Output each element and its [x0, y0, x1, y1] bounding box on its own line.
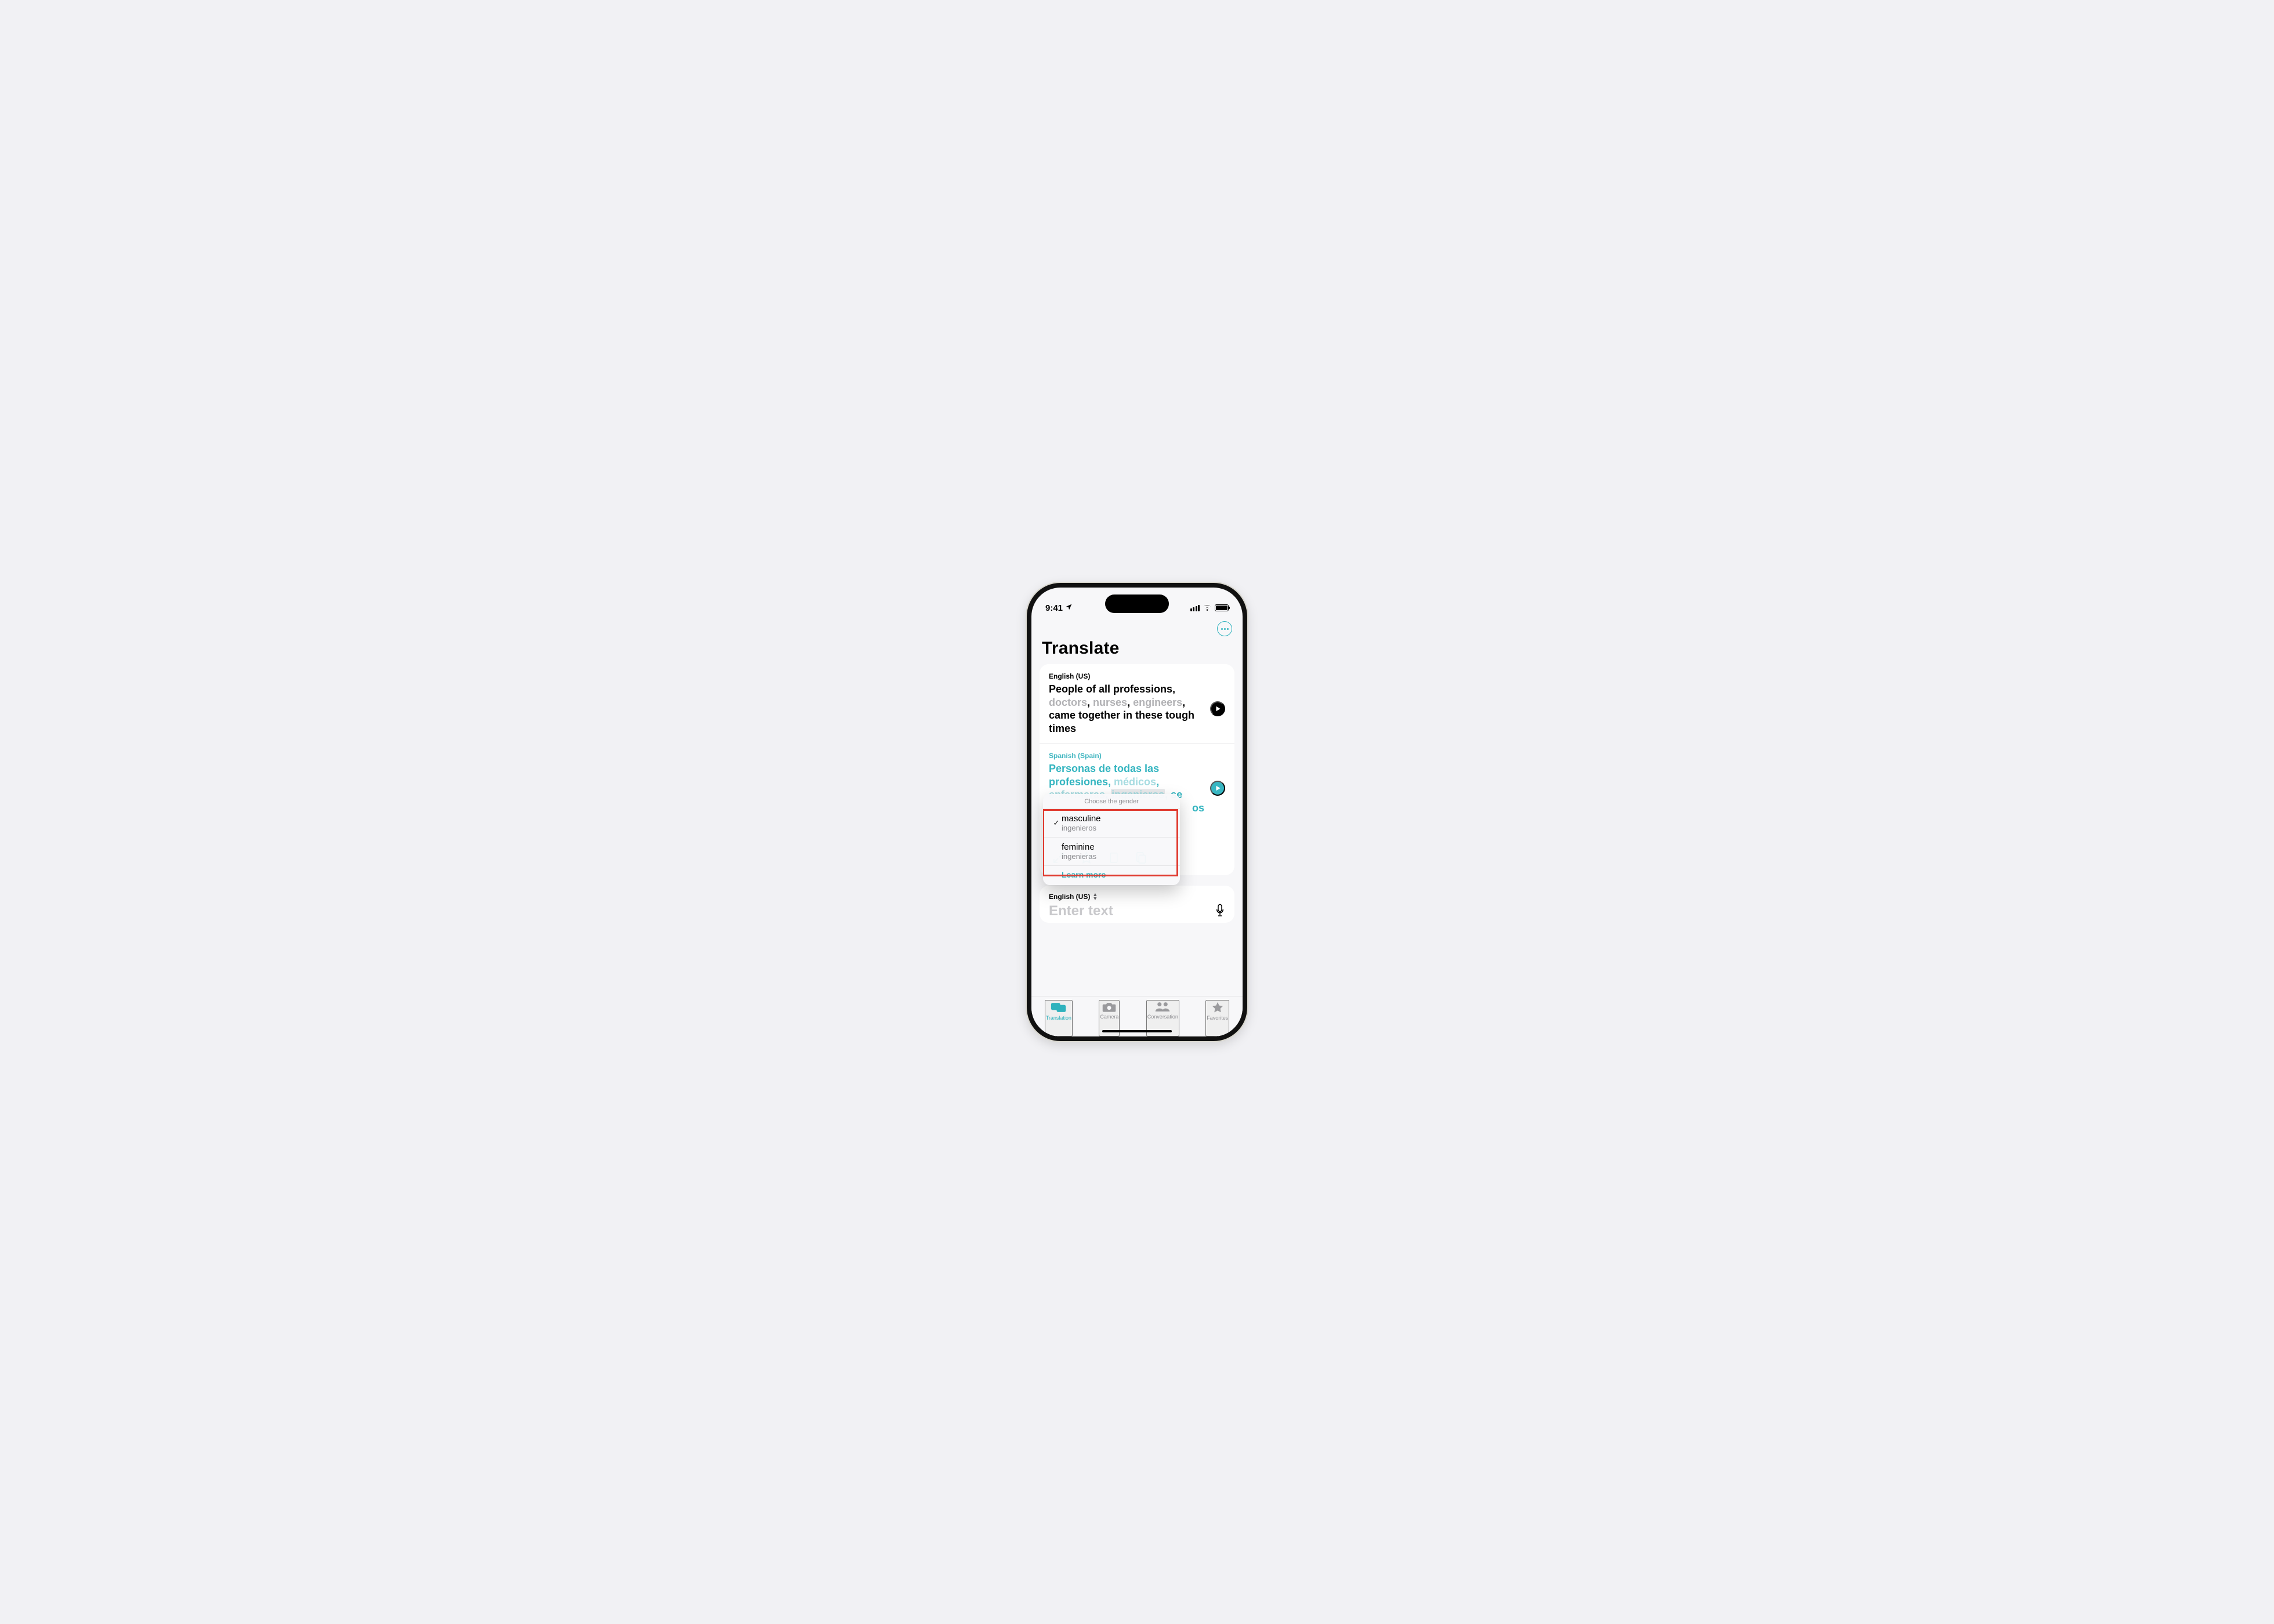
star-icon	[1211, 1001, 1224, 1014]
page-title: Translate	[1031, 637, 1243, 664]
ellipsis-icon	[1221, 628, 1229, 630]
checkmark-icon: ✓	[1051, 818, 1062, 828]
source-language-label: English (US)	[1049, 672, 1225, 680]
mic-button[interactable]	[1215, 904, 1225, 919]
microphone-icon	[1215, 904, 1225, 918]
iphone-frame: 9:41	[1027, 583, 1247, 1041]
tab-favorites[interactable]: Favorites	[1205, 1000, 1229, 1036]
dynamic-island	[1105, 594, 1169, 613]
source-text[interactable]: People of all professions, doctors, nurs…	[1049, 683, 1204, 735]
input-card: English (US) ▲▼ Enter text	[1040, 886, 1234, 923]
translation-card: English (US) People of all professions, …	[1040, 664, 1234, 875]
more-button[interactable]	[1217, 621, 1232, 636]
tab-bar: Translation Camera Conversation Favorite…	[1031, 996, 1243, 1036]
popover-title: Choose the gender	[1043, 794, 1180, 809]
chevron-updown-icon: ▲▼	[1092, 893, 1098, 901]
gender-option-feminine[interactable]: feminine ingenieras	[1043, 838, 1180, 866]
play-target-button[interactable]	[1210, 781, 1225, 796]
tab-translation[interactable]: Translation	[1045, 1000, 1073, 1036]
learn-more-link[interactable]: Learn more	[1043, 866, 1180, 885]
play-icon	[1215, 706, 1221, 712]
translation-icon	[1051, 1001, 1067, 1014]
gender-popover: Choose the gender ✓ masculine ingenieros	[1043, 794, 1180, 885]
play-source-button[interactable]	[1210, 701, 1225, 716]
target-language-label: Spanish (Spain)	[1049, 752, 1225, 760]
home-indicator	[1102, 1030, 1172, 1032]
people-icon	[1154, 1001, 1171, 1013]
camera-icon	[1102, 1001, 1117, 1013]
text-input[interactable]: Enter text	[1049, 903, 1113, 919]
play-icon	[1215, 785, 1221, 791]
input-language-selector[interactable]: English (US) ▲▼	[1049, 893, 1098, 901]
gender-option-masculine[interactable]: ✓ masculine ingenieros	[1043, 809, 1180, 838]
